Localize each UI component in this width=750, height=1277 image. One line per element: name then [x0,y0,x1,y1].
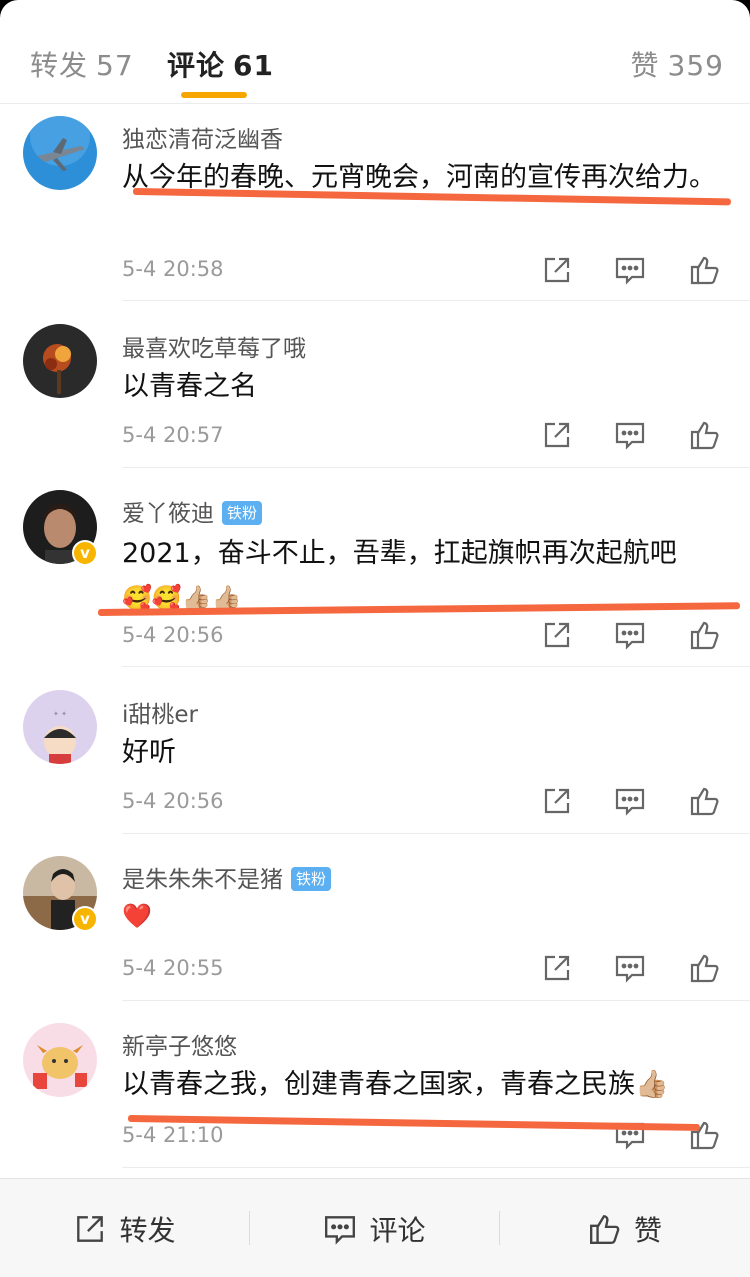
username[interactable]: 新亭子悠悠 [122,1027,237,1061]
tab-bar: 转发 57 评论 61 赞 359 [0,0,750,104]
like-icon [590,1214,620,1244]
cartoon-avatar-icon: ✦ ✦ [23,690,97,764]
avatar[interactable]: ✦ ✦ [23,690,97,764]
fan-badge: 铁粉 [291,867,332,891]
tab-repost-label: 转发 [30,49,89,82]
comment-item: v 是朱朱朱不是猪 铁粉 ❤️ 5-4 20:55 [0,834,750,1000]
tab-like-count: 359 [667,49,724,82]
like-icon[interactable] [689,952,721,984]
tab-repost-count: 57 [96,49,134,82]
comment-text: 以青春之我，创建青春之国家，青春之民族👍🏼 [122,1069,669,1100]
verified-badge-icon: v [72,540,98,566]
tab-comment-count: 61 [233,49,274,82]
share-icon[interactable] [541,419,573,451]
bottom-action-bar: 转发 评论 赞 [0,1178,750,1277]
avatar[interactable] [23,116,97,190]
like-icon[interactable] [689,254,721,286]
comment-time: 5-4 20:58 [122,257,224,281]
tab-comment-label: 评论 [167,49,226,82]
svg-text:✦ ✦: ✦ ✦ [53,710,67,718]
comment-item: ✦ ✦ i甜桃er 好听 5-4 20:56 [0,667,750,833]
comment-text: 以青春之名 [122,371,257,402]
username-text: 爱丫筱迪 [122,501,214,527]
bouquet-avatar-icon [23,324,97,398]
repost-button-label: 转发 [119,1213,176,1247]
share-icon[interactable] [541,254,573,286]
username[interactable]: 是朱朱朱不是猪 铁粉 [122,860,332,894]
jet-avatar-icon [23,116,97,190]
comment-time: 5-4 20:56 [122,623,224,647]
share-icon [77,1215,104,1242]
reply-icon[interactable] [614,785,646,817]
tab-repost[interactable]: 转发 57 [30,44,134,84]
share-icon[interactable] [541,785,573,817]
username[interactable]: 最喜欢吃草莓了哦 [122,329,306,363]
tab-like-label: 赞 [630,49,660,82]
ox-avatar-icon [23,1023,97,1097]
username[interactable]: 独恋清荷泛幽香 [122,120,283,154]
like-icon[interactable] [689,619,721,651]
repost-button[interactable]: 转发 [0,1179,249,1277]
username[interactable]: i甜桃er [122,695,198,729]
comment-text: 好听 [122,737,176,768]
avatar[interactable] [23,324,97,398]
comment-text: ❤️ [122,902,152,930]
comment-time: 5-4 21:10 [122,1123,224,1147]
comment-item: 新亭子悠悠 以青春之我，创建青春之国家，青春之民族👍🏼 5-4 21:10 [0,1001,750,1167]
like-button[interactable]: 赞 [500,1179,750,1277]
like-button-label: 赞 [633,1213,662,1247]
comment-time: 5-4 20:56 [122,789,224,813]
fan-badge: 铁粉 [222,501,263,525]
comment-icon [325,1215,356,1245]
share-icon[interactable] [541,952,573,984]
comment-time: 5-4 20:55 [122,956,224,980]
comment-button[interactable]: 评论 [250,1179,499,1277]
comment-page: 转发 57 评论 61 赞 359 独恋清荷泛幽香 从今年的春晚、元宵晚会，河南的宣传… [0,0,750,1277]
divider [122,1167,750,1168]
active-tab-indicator [181,92,247,98]
comment-item: 最喜欢吃草莓了哦 以青春之名 5-4 20:57 [0,301,750,467]
comment-item: v 爱丫筱迪 铁粉 2021，奋斗不止，吾辈，扛起旗帜再次起航吧 🥰🥰👍🏼👍🏼 5… [0,468,750,666]
reply-icon[interactable] [614,619,646,651]
reply-icon[interactable] [614,419,646,451]
username-text: 是朱朱朱不是猪 [122,867,283,893]
like-icon[interactable] [689,419,721,451]
reply-icon[interactable] [614,254,646,286]
share-icon[interactable] [541,619,573,651]
verified-badge-icon: v [72,906,98,932]
tab-comment[interactable]: 评论 61 [167,44,274,84]
comment-button-label: 评论 [369,1213,426,1247]
avatar[interactable] [23,1023,97,1097]
username[interactable]: 爱丫筱迪 铁粉 [122,494,263,528]
comment-text-line: 2021，奋斗不止，吾辈，扛起旗帜再次起航吧 [122,538,677,569]
reply-icon[interactable] [614,952,646,984]
comment-item: 独恋清荷泛幽香 从今年的春晚、元宵晚会，河南的宣传再次给力。 5-4 20:58 [0,104,750,300]
tab-like[interactable]: 赞 359 [631,44,724,84]
comment-time: 5-4 20:57 [122,423,224,447]
like-icon[interactable] [689,785,721,817]
